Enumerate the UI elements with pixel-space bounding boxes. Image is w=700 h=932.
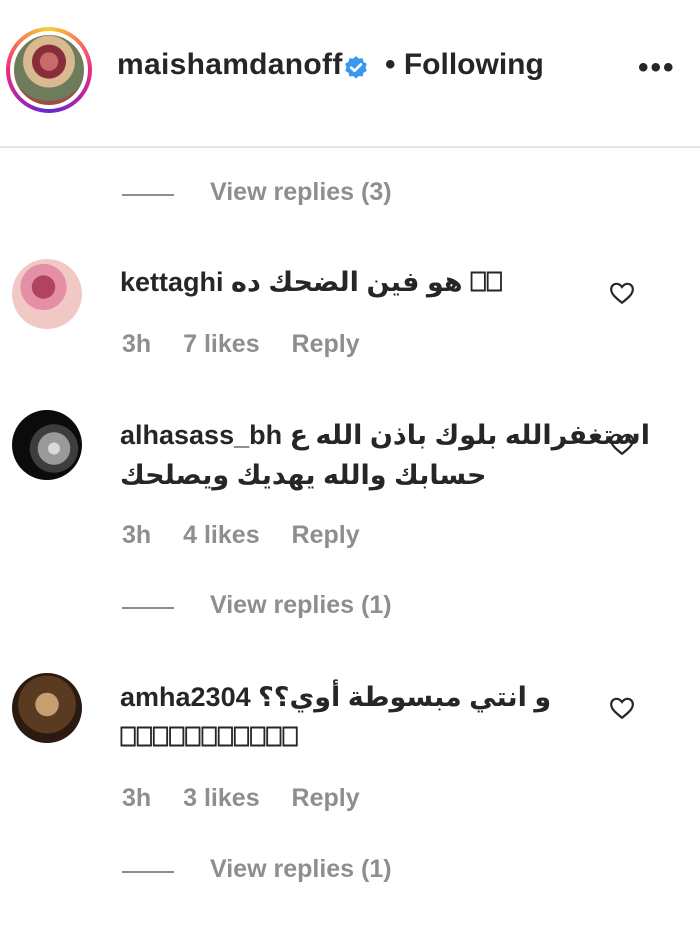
like-heart-icon[interactable] (609, 280, 635, 306)
comment-body: استغفرالله بلوك باذن الله ع (289, 420, 650, 450)
comment-body: هو فين الضحك ده ⎕⎕ (231, 267, 503, 297)
comment-body-line2: ⎕⎕⎕⎕⎕⎕⎕⎕⎕⎕⎕ (120, 722, 299, 752)
view-replies-label: View replies (3) (210, 178, 392, 206)
replies-divider-line (122, 871, 174, 873)
like-heart-icon[interactable] (609, 695, 635, 721)
comment-username[interactable]: amha2304 (120, 682, 251, 712)
comment-time: 3h (122, 784, 152, 812)
comment-body-line2: حسابك والله يهديك ويصلحك (120, 460, 487, 490)
replies-divider-line (122, 194, 174, 196)
commenter-avatar[interactable] (12, 673, 82, 743)
reply-button[interactable]: Reply (292, 784, 360, 812)
comment-username[interactable]: alhasass_bh (120, 420, 282, 450)
comment-meta: 3h 7 likes Reply (122, 330, 385, 359)
comment-text: kettaghi هو فين الضحك ده ⎕⎕ (120, 262, 503, 302)
view-replies-label: View replies (1) (210, 855, 392, 883)
comment-meta: 3h 4 likes Reply (122, 521, 385, 550)
comment-username[interactable]: kettaghi (120, 267, 224, 297)
profile-avatar[interactable] (6, 27, 92, 113)
header-username[interactable]: maishamdanoff (117, 48, 343, 82)
commenter-avatar[interactable] (12, 259, 82, 329)
comment-likes[interactable]: 3 likes (183, 784, 259, 812)
post-header: maishamdanoff • Following ••• (0, 0, 700, 148)
replies-divider-line (122, 607, 174, 609)
comment-likes[interactable]: 7 likes (183, 330, 259, 358)
following-button[interactable]: • Following (385, 48, 544, 82)
reply-button[interactable]: Reply (292, 521, 360, 549)
verified-badge-icon (345, 56, 367, 79)
more-options-icon[interactable]: ••• (638, 53, 676, 83)
comment-text: alhasass_bh استغفرالله بلوك باذن الله ع … (120, 415, 650, 495)
comment-meta: 3h 3 likes Reply (122, 784, 385, 813)
comment-body: و انتي مبسوطة أوي؟؟ (258, 682, 552, 712)
comment-likes[interactable]: 4 likes (183, 521, 259, 549)
comment-time: 3h (122, 521, 152, 549)
comment-time: 3h (122, 330, 152, 358)
commenter-avatar[interactable] (12, 410, 82, 480)
comment-text: amha2304 و انتي مبسوطة أوي؟؟ ⎕⎕⎕⎕⎕⎕⎕⎕⎕⎕⎕ (120, 677, 551, 757)
reply-button[interactable]: Reply (292, 330, 360, 358)
view-replies-label: View replies (1) (210, 591, 392, 619)
like-heart-icon[interactable] (609, 431, 635, 457)
